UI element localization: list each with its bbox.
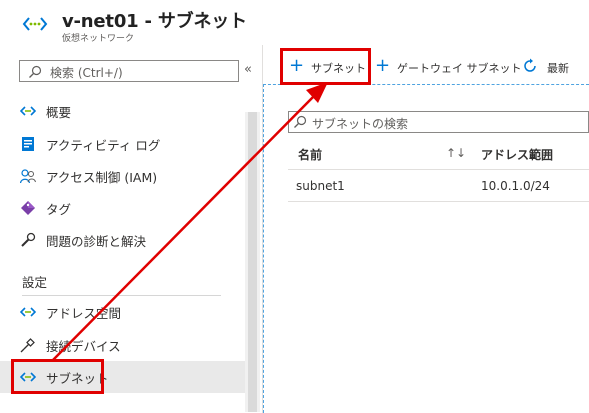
column-header-name[interactable]: 名前	[298, 146, 322, 163]
sidebar-item-label: アクセス制御 (IAM)	[46, 170, 158, 185]
sidebar-item-label: 問題の診断と解決	[46, 234, 147, 249]
activity-log-icon	[22, 137, 34, 151]
table-row[interactable]: subnet1 10.0.1.0/24	[288, 170, 589, 202]
collapse-sidebar-button[interactable]: «	[244, 62, 252, 77]
subnets-highlight	[11, 359, 104, 394]
sidebar-item-address-space[interactable]: アドレス空間	[0, 296, 245, 328]
search-icon	[29, 65, 42, 78]
sidebar-item-activity-log[interactable]: アクティビティ ログ	[0, 128, 245, 160]
plug-icon	[20, 338, 35, 353]
cell-name: subnet1	[296, 179, 345, 193]
sidebar-item-label: 概要	[46, 105, 72, 120]
page-subtitle: 仮想ネットワーク	[62, 34, 135, 44]
scrollbar-thumb[interactable]	[248, 112, 257, 412]
sidebar-section-settings: 設定	[22, 275, 48, 290]
search-icon	[294, 115, 307, 128]
sidebar-item-iam[interactable]: アクセス制御 (IAM)	[0, 160, 245, 192]
plus-icon: +	[375, 55, 391, 76]
content-pane	[263, 84, 589, 413]
cell-address-range: 10.0.1.0/24	[481, 179, 550, 193]
column-header-address-range[interactable]: アドレス範囲	[481, 146, 553, 163]
vnet-icon	[20, 106, 36, 116]
sidebar-item-diagnose[interactable]: 問題の診断と解決	[0, 224, 245, 256]
table-row-divider	[288, 201, 589, 202]
subnet-search-input[interactable]: サブネットの検索	[288, 111, 589, 133]
page-header: v-net01 - サブネット 仮想ネットワーク	[0, 0, 589, 50]
sort-icon[interactable]: ↑↓	[446, 146, 466, 160]
vnet-icon	[22, 17, 48, 31]
refresh-button[interactable]: 最新	[520, 52, 589, 82]
vnet-icon	[20, 307, 36, 317]
sidebar-scrollbar[interactable]	[245, 112, 260, 412]
people-icon	[20, 169, 36, 184]
sidebar-search-placeholder: 検索 (Ctrl+/)	[50, 66, 123, 80]
page-title: v-net01 - サブネット	[62, 11, 247, 32]
add-subnet-highlight	[280, 48, 371, 85]
subnet-search-placeholder: サブネットの検索	[312, 117, 409, 131]
sidebar-item-label: タグ	[46, 202, 72, 217]
sidebar-item-label: アドレス空間	[46, 306, 122, 321]
sidebar-item-label: アクティビティ ログ	[46, 138, 161, 153]
add-gateway-subnet-button[interactable]: + ゲートウェイ サブネット	[373, 52, 522, 82]
sidebar-search-input[interactable]: 検索 (Ctrl+/)	[19, 60, 239, 82]
refresh-icon	[524, 58, 536, 72]
sidebar-item-connected-devices[interactable]: 接続デバイス	[0, 329, 245, 361]
sidebar-item-label: 接続デバイス	[46, 339, 121, 354]
wrench-icon	[21, 232, 36, 247]
sidebar-item-overview[interactable]: 概要	[0, 95, 245, 127]
tag-icon	[21, 201, 35, 215]
sidebar-item-tags[interactable]: タグ	[0, 192, 245, 224]
